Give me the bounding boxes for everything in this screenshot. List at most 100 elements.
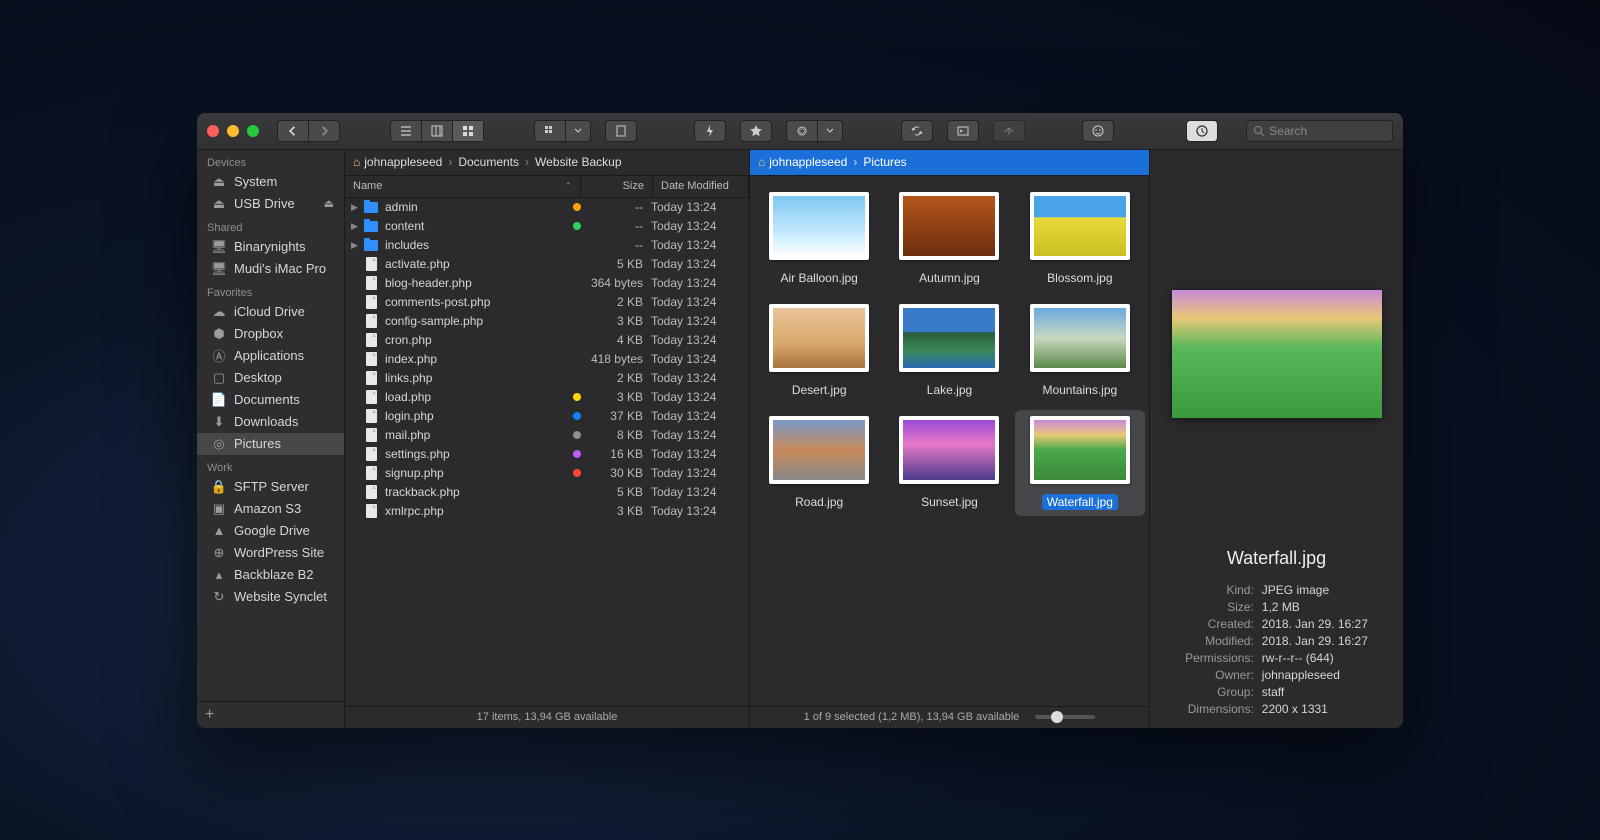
disclosure-triangle[interactable]: ▶ [351,221,363,232]
column-headers[interactable]: Name⌃ Size Date Modified [345,176,749,198]
sidebar-item[interactable]: ▢Desktop [197,367,344,389]
close-window[interactable] [207,125,219,137]
thumbnail[interactable]: Air Balloon.jpg [754,186,884,292]
home-icon: ⌂ [758,155,765,169]
file-icon [363,294,379,310]
file-row[interactable]: settings.php16 KBToday 13:24 [345,445,749,464]
disclosure-triangle[interactable]: ▶ [351,202,363,213]
cloud-icon: ☁ [211,304,227,320]
path-segment[interactable]: johnappleseed [769,155,847,169]
eject-icon[interactable]: ⏏ [324,197,334,210]
sync-button[interactable] [901,120,933,142]
sidebar-item[interactable]: ▲Google Drive [197,520,344,542]
file-date: Today 13:24 [651,257,743,271]
view-icons-button[interactable] [453,121,483,141]
file-name: links.php [385,371,567,385]
sidebar-item[interactable]: 🖥Mudi's iMac Pro [197,258,344,280]
sidebar-item[interactable]: ⬢Dropbox [197,323,344,345]
file-row[interactable]: blog-header.php364 bytesToday 13:24 [345,274,749,293]
file-row[interactable]: links.php2 KBToday 13:24 [345,369,749,388]
sidebar-item[interactable]: ⒶApplications [197,345,344,367]
file-row[interactable]: comments-post.php2 KBToday 13:24 [345,293,749,312]
disclosure-triangle[interactable]: ▶ [351,240,363,251]
sidebar-item[interactable]: ▴Backblaze B2 [197,564,344,586]
activity-button[interactable] [1186,120,1218,142]
thumbnail[interactable]: Blossom.jpg [1015,186,1145,292]
back-button[interactable] [278,121,309,141]
meta-key: Permissions: [1185,651,1254,665]
view-columns-button[interactable] [422,121,453,141]
thumbnail[interactable]: Road.jpg [754,410,884,516]
view-list-button[interactable] [391,121,422,141]
thumbnail[interactable]: Desert.jpg [754,298,884,404]
thumbnail-image [769,192,869,260]
action-menu[interactable] [786,120,843,142]
search-field[interactable]: Search [1246,120,1393,142]
sidebar-section-header: Devices [197,150,344,171]
forward-button[interactable] [309,121,339,141]
sidebar-item[interactable]: ↻Website Synclet [197,586,344,608]
file-row[interactable]: ▶includes--Today 13:24 [345,236,749,255]
col-size[interactable]: Size [581,176,653,197]
left-pathbar[interactable]: ⌂johnappleseed›Documents›Website Backup [345,150,749,176]
file-row[interactable]: login.php37 KBToday 13:24 [345,407,749,426]
file-row[interactable]: xmlrpc.php3 KBToday 13:24 [345,502,749,521]
arrange-button[interactable] [535,121,566,141]
thumbnail-size-slider[interactable] [1035,715,1095,719]
sidebar-item[interactable]: ▣Amazon S3 [197,498,344,520]
arrange-menu[interactable] [566,121,590,141]
file-size: -- [587,219,651,233]
sidebar-item[interactable]: ☁iCloud Drive [197,301,344,323]
sidebar-item[interactable]: ◎Pictures [197,433,344,455]
thumbnail[interactable]: Autumn.jpg [884,186,1014,292]
thumbnail[interactable]: Lake.jpg [884,298,1014,404]
color-tag [573,279,581,287]
file-row[interactable]: load.php3 KBToday 13:24 [345,388,749,407]
sidebar-item[interactable]: ⏏System [197,171,344,193]
quick-open-button[interactable] [694,120,726,142]
minimize-window[interactable] [227,125,239,137]
new-file-button[interactable] [605,120,637,142]
add-location-button[interactable]: + [197,701,344,728]
col-date[interactable]: Date Modified [653,176,749,197]
emoji-button[interactable] [1082,120,1114,142]
path-segment[interactable]: Website Backup [535,155,622,169]
file-row[interactable]: trackback.php5 KBToday 13:24 [345,483,749,502]
file-name: activate.php [385,257,567,271]
terminal-button[interactable] [947,120,979,142]
sidebar: Devices⏏System⏏USB Drive⏏Shared🖥Binaryni… [197,150,345,728]
file-name: includes [385,238,567,252]
file-date: Today 13:24 [651,276,743,290]
file-row[interactable]: activate.php5 KBToday 13:24 [345,255,749,274]
file-row[interactable]: signup.php30 KBToday 13:24 [345,464,749,483]
sidebar-item[interactable]: ⏏USB Drive⏏ [197,193,344,215]
path-segment[interactable]: Documents [458,155,519,169]
file-date: Today 13:24 [651,238,743,252]
file-row[interactable]: index.php418 bytesToday 13:24 [345,350,749,369]
file-row[interactable]: ▶content--Today 13:24 [345,217,749,236]
sidebar-item[interactable]: 🖥Binarynights [197,236,344,258]
thumbnail[interactable]: Waterfall.jpg [1015,410,1145,516]
sidebar-item-label: WordPress Site [234,545,324,560]
file-size: 3 KB [587,504,651,518]
sidebar-item[interactable]: 📄Documents [197,389,344,411]
file-row[interactable]: config-sample.php3 KBToday 13:24 [345,312,749,331]
share-button[interactable] [993,120,1025,142]
file-row[interactable]: cron.php4 KBToday 13:24 [345,331,749,350]
middle-pathbar[interactable]: ⌂johnappleseed›Pictures [750,150,1149,176]
path-segment[interactable]: johnappleseed [364,155,442,169]
thumbnail[interactable]: Mountains.jpg [1015,298,1145,404]
sidebar-section-header: Shared [197,215,344,236]
sidebar-item[interactable]: ⬇Downloads [197,411,344,433]
thumbnail[interactable]: Sunset.jpg [884,410,1014,516]
color-tag [573,374,581,382]
file-name: mail.php [385,428,567,442]
favorite-button[interactable] [740,120,772,142]
sidebar-item[interactable]: ⊕WordPress Site [197,542,344,564]
color-tag [573,355,581,363]
zoom-window[interactable] [247,125,259,137]
path-segment[interactable]: Pictures [863,155,906,169]
file-row[interactable]: ▶admin--Today 13:24 [345,198,749,217]
sidebar-item[interactable]: 🔒SFTP Server [197,476,344,498]
file-row[interactable]: mail.php8 KBToday 13:24 [345,426,749,445]
